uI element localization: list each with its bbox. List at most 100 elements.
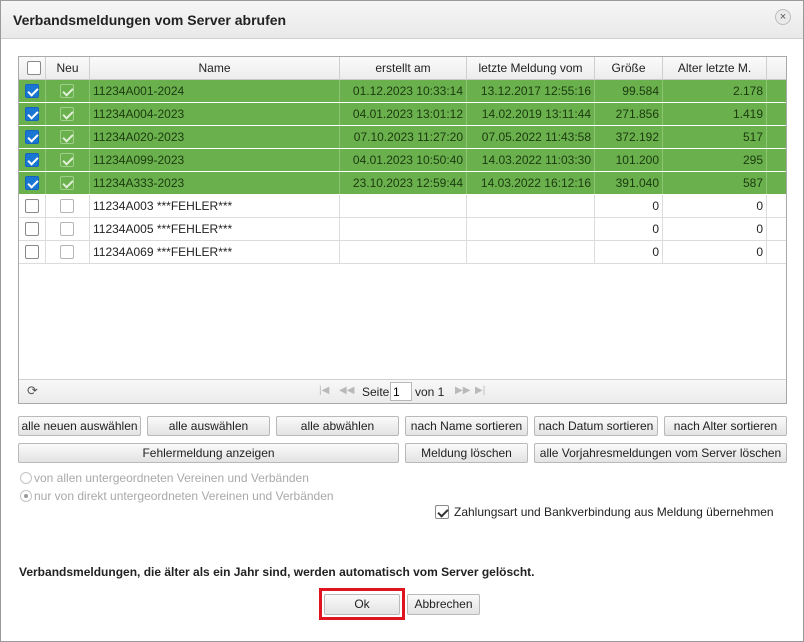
payment-checkbox[interactable] xyxy=(435,505,449,519)
show-error-button[interactable]: Fehlermeldung anzeigen xyxy=(18,443,399,463)
sort-name-button[interactable]: nach Name sortieren xyxy=(405,416,528,436)
page-of-label: von 1 xyxy=(415,385,445,399)
row-neu-cell xyxy=(46,149,90,171)
neu-checkbox xyxy=(60,153,74,167)
table-row[interactable]: 11234A005 ***FEHLER*** 0 0 xyxy=(19,218,786,241)
cell-letzte: 07.05.2022 11:43:58 xyxy=(467,126,595,148)
cell-name: 11234A003 ***FEHLER*** xyxy=(90,195,340,217)
page-input[interactable] xyxy=(390,382,412,401)
row-select-checkbox[interactable] xyxy=(25,130,39,144)
next-page-icon[interactable]: ▶▶ xyxy=(455,385,470,396)
neu-checkbox xyxy=(60,222,74,236)
row-select-checkbox[interactable] xyxy=(25,199,39,213)
table-row[interactable]: 11234A020-2023 07.10.2023 11:27:20 07.05.2… xyxy=(19,126,786,149)
cancel-button[interactable]: Abbrechen xyxy=(407,594,480,615)
neu-checkbox xyxy=(60,176,74,190)
sort-date-button[interactable]: nach Datum sortieren xyxy=(534,416,658,436)
select-all-checkbox[interactable] xyxy=(26,61,41,75)
header-name[interactable]: Name xyxy=(90,57,340,80)
radio-all-option[interactable]: von allen untergeordneten Vereinen und V… xyxy=(20,471,309,485)
neu-checkbox xyxy=(60,199,74,213)
cell-alter: 1.419 xyxy=(663,103,767,125)
cell-alter: 295 xyxy=(663,149,767,171)
cell-letzte xyxy=(467,195,595,217)
header-erstellt[interactable]: erstellt am xyxy=(340,57,467,80)
row-select-cell xyxy=(19,80,46,102)
cell-erstellt xyxy=(340,195,467,217)
cell-erstellt: 04.01.2023 10:50:40 xyxy=(340,149,467,171)
neu-checkbox xyxy=(60,84,74,98)
radio-direct-option[interactable]: nur von direkt untergeordneten Vereinen … xyxy=(20,489,334,503)
neu-checkbox xyxy=(60,245,74,259)
cell-alter: 0 xyxy=(663,218,767,240)
cell-erstellt: 07.10.2023 11:27:20 xyxy=(340,126,467,148)
table-row[interactable]: 11234A099-2023 04.01.2023 10:50:40 14.03.2… xyxy=(19,149,786,172)
page-label: Seite xyxy=(362,385,390,399)
cell-groesse: 0 xyxy=(595,195,663,217)
table-row[interactable]: 11234A001-2024 01.12.2023 10:33:14 13.12.2… xyxy=(19,80,786,103)
close-icon[interactable]: × xyxy=(775,9,791,25)
pager-bar: ⟳ |◀ ◀◀ Seite von 1 ▶▶ ▶| xyxy=(19,379,786,403)
row-neu-cell xyxy=(46,195,90,217)
table-row[interactable]: 11234A004-2023 04.01.2023 13:01:12 14.02.2… xyxy=(19,103,786,126)
ok-button[interactable]: Ok xyxy=(324,594,400,615)
neu-checkbox xyxy=(60,107,74,121)
cell-groesse: 372.192 xyxy=(595,126,663,148)
neu-checkbox xyxy=(60,130,74,144)
cell-alter: 587 xyxy=(663,172,767,194)
row-select-checkbox[interactable] xyxy=(25,84,39,98)
cell-alter: 2.178 xyxy=(663,80,767,102)
cell-erstellt xyxy=(340,241,467,263)
row-select-checkbox[interactable] xyxy=(25,245,39,259)
row-select-checkbox[interactable] xyxy=(25,153,39,167)
cell-letzte: 14.02.2019 13:11:44 xyxy=(467,103,595,125)
cell-alter: 0 xyxy=(663,241,767,263)
cell-groesse: 99.584 xyxy=(595,80,663,102)
table-row[interactable]: 11234A333-2023 23.10.2023 12:59:44 14.03.2… xyxy=(19,172,786,195)
cell-letzte: 14.03.2022 11:03:30 xyxy=(467,149,595,171)
cell-alter: 0 xyxy=(663,195,767,217)
cell-letzte: 14.03.2022 16:12:16 xyxy=(467,172,595,194)
row-select-cell xyxy=(19,241,46,263)
select-new-button[interactable]: alle neuen auswählen xyxy=(18,416,141,436)
cell-letzte xyxy=(467,218,595,240)
cell-name: 11234A099-2023 xyxy=(90,149,340,171)
row-select-checkbox[interactable] xyxy=(25,222,39,236)
cell-name: 11234A069 ***FEHLER*** xyxy=(90,241,340,263)
cell-erstellt: 04.01.2023 13:01:12 xyxy=(340,103,467,125)
header-letzte-meldung[interactable]: letzte Meldung vom xyxy=(467,57,595,80)
prev-page-icon[interactable]: ◀◀ xyxy=(339,385,354,396)
row-select-checkbox[interactable] xyxy=(25,176,39,190)
first-page-icon[interactable]: |◀ xyxy=(319,385,329,396)
radio-all-label: von allen untergeordneten Vereinen und V… xyxy=(34,471,309,485)
row-select-checkbox[interactable] xyxy=(25,107,39,121)
cell-alter: 517 xyxy=(663,126,767,148)
header-select-all[interactable] xyxy=(19,57,46,80)
radio-direct[interactable] xyxy=(20,490,32,502)
payment-checkbox-label: Zahlungsart und Bankverbindung aus Meldu… xyxy=(454,505,774,519)
cell-groesse: 0 xyxy=(595,218,663,240)
table-row[interactable]: 11234A003 ***FEHLER*** 0 0 xyxy=(19,195,786,218)
cell-letzte xyxy=(467,241,595,263)
cell-name: 11234A001-2024 xyxy=(90,80,340,102)
cell-groesse: 271.856 xyxy=(595,103,663,125)
header-alter[interactable]: Alter letzte M. xyxy=(663,57,767,80)
row-neu-cell xyxy=(46,241,90,263)
payment-option[interactable]: Zahlungsart und Bankverbindung aus Meldu… xyxy=(435,505,774,519)
refresh-icon[interactable]: ⟳ xyxy=(27,384,41,398)
deselect-all-button[interactable]: alle abwählen xyxy=(276,416,399,436)
row-select-cell xyxy=(19,149,46,171)
delete-previous-year-button[interactable]: alle Vorjahresmeldungen vom Server lösch… xyxy=(534,443,787,463)
header-neu[interactable]: Neu xyxy=(46,57,90,80)
table-row[interactable]: 11234A069 ***FEHLER*** 0 0 xyxy=(19,241,786,264)
grid-header: Neu Name erstellt am letzte Meldung vom … xyxy=(19,57,786,80)
last-page-icon[interactable]: ▶| xyxy=(475,385,485,396)
cell-erstellt xyxy=(340,218,467,240)
sort-age-button[interactable]: nach Alter sortieren xyxy=(664,416,787,436)
cell-name: 11234A005 ***FEHLER*** xyxy=(90,218,340,240)
row-select-cell xyxy=(19,195,46,217)
radio-all[interactable] xyxy=(20,472,32,484)
select-all-button[interactable]: alle auswählen xyxy=(147,416,270,436)
header-groesse[interactable]: Größe xyxy=(595,57,663,80)
delete-message-button[interactable]: Meldung löschen xyxy=(405,443,528,463)
